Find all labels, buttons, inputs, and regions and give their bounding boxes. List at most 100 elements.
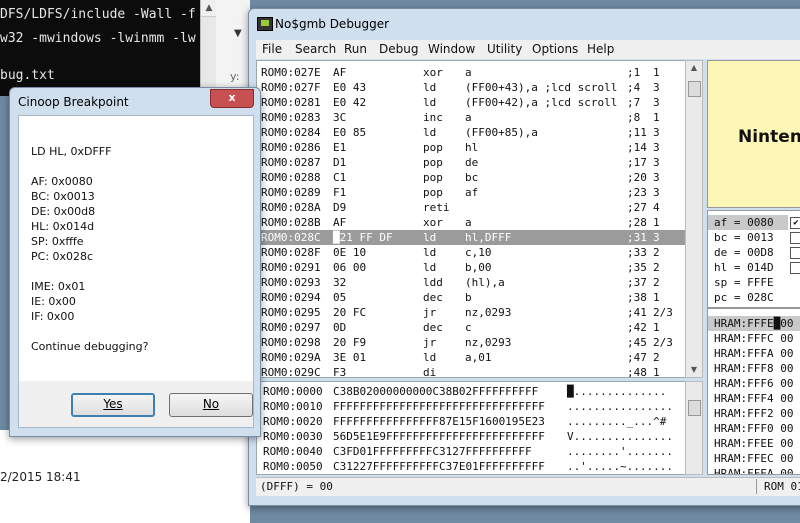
menu-run[interactable]: Run: [344, 42, 367, 56]
disassembly-cyc: ;48: [627, 366, 647, 378]
scroll-up-arrow-icon[interactable]: ▲: [201, 0, 217, 17]
memory-row[interactable]: ROM0:0020 FFFFFFFFFFFFFFFF87E15F1600195E2…: [257, 414, 685, 429]
stack-entry: HRAM:FFF2 00: [714, 407, 794, 420]
register-flag-checkbox[interactable]: ✔: [790, 217, 800, 229]
stack-row[interactable]: HRAM:FFFA 00: [708, 346, 800, 361]
disassembly-row[interactable]: ROM0:028A D9 reti ;27 4: [257, 200, 685, 215]
disassembly-row[interactable]: ROM0:0283 3C inc a ;8 1: [257, 110, 685, 125]
disassembly-oper: (hl),a: [465, 276, 505, 289]
disassembly-bytes: C1: [333, 171, 347, 184]
disassembly-oper: b: [465, 291, 472, 304]
disassembly-row[interactable]: ROM0:0295 20 FC jr nz,0293 ;41 2/3: [257, 305, 685, 320]
menu-help[interactable]: Help: [587, 42, 614, 56]
disassembly-row[interactable]: ROM0:028C █21 FF DF ld hl,DFFF ;31 3: [257, 230, 685, 245]
disassembly-row[interactable]: ROM0:0291 06 00 ld b,00 ;35 2: [257, 260, 685, 275]
disassembly-scrollbar[interactable]: ▲ ▼: [685, 60, 703, 378]
close-button[interactable]: x: [210, 89, 254, 108]
memory-address-hex: ROM0:0030: [263, 430, 323, 443]
register-ime: IME: 0x01: [31, 280, 86, 293]
menu-file[interactable]: File: [262, 42, 282, 56]
disassembly-row[interactable]: ROM0:029A 3E 01 ld a,01 ;47 2: [257, 350, 685, 365]
disassembly-mnem: xor: [423, 216, 443, 229]
stack-row[interactable]: HRAM:FFEE 00: [708, 436, 800, 451]
yes-button[interactable]: Yes: [71, 393, 155, 417]
disassembly-addr: ROM0:029A: [261, 351, 321, 364]
chevron-down-icon[interactable]: ▼: [234, 28, 242, 39]
memory-row[interactable]: ROM0:0000 C38B02000000000C38B02FFFFFFFFFF…: [257, 384, 685, 399]
stack-row[interactable]: HRAM:FFEC 00: [708, 451, 800, 466]
disassembly-row[interactable]: ROM0:0294 05 dec b ;38 1: [257, 290, 685, 305]
register-row[interactable]: pc = 028C: [708, 290, 788, 305]
stack-row[interactable]: HRAM:FFF2 00: [708, 406, 800, 421]
menu-window[interactable]: Window: [428, 42, 475, 56]
stack-row[interactable]: HRAM:FFF0 00: [708, 421, 800, 436]
disassembly-row[interactable]: ROM0:0288 C1 pop bc ;20 3: [257, 170, 685, 185]
stack-row[interactable]: HRAM:FFEA 00: [708, 466, 800, 474]
disassembly-row[interactable]: ROM0:028B AF xor a ;28 1: [257, 215, 685, 230]
register-row[interactable]: hl = 014D: [708, 260, 788, 275]
disassembly-oper: c: [465, 321, 472, 334]
disassembly-oper: nz,0293: [465, 336, 512, 349]
disassembly-len: 3: [653, 231, 660, 244]
disassembly-row[interactable]: ROM0:0281 E0 42 ld (FF00+42),a ;lcd scroll;…: [257, 95, 685, 110]
disassembly-row[interactable]: ROM0:0298 20 F9 jr nz,0293 ;45 2/3: [257, 335, 685, 350]
menu-search[interactable]: Search: [295, 42, 336, 56]
register-value: hl = 014D: [714, 261, 774, 274]
disassembly-row[interactable]: ROM0:0284 E0 85 ld (FF00+85),a ;11 3: [257, 125, 685, 140]
scrollbar-thumb[interactable]: [688, 400, 701, 416]
register-flag-checkbox[interactable]: [790, 247, 800, 259]
memory-row[interactable]: ROM0:0050 C31227FFFFFFFFFFC37E01FFFFFFFFF…: [257, 459, 685, 474]
menu-debug[interactable]: Debug: [379, 42, 418, 56]
stack-row[interactable]: HRAM:FFF4 00: [708, 391, 800, 406]
disassembly-row[interactable]: ROM0:028F 0E 10 ld c,10 ;33 2: [257, 245, 685, 260]
memory-row[interactable]: ROM0:0040 C3FD01FFFFFFFFFC3127FFFFFFFFFF.…: [257, 444, 685, 459]
memory-row[interactable]: ROM0:0030 56D5E1E9FFFFFFFFFFFFFFFFFFFFFFF…: [257, 429, 685, 444]
scroll-down-arrow-icon[interactable]: ▼: [686, 363, 702, 377]
menu-bar: File Search Run Debug Window Utility Opt…: [256, 40, 800, 59]
scroll-up-arrow-icon[interactable]: ▲: [686, 61, 702, 75]
register-hl: HL: 0x014d: [31, 220, 95, 233]
disassembly-addr: ROM0:027F: [261, 81, 321, 94]
disassembly-row[interactable]: ROM0:0286 E1 pop hl ;14 3: [257, 140, 685, 155]
memory-scrollbar[interactable]: [685, 381, 703, 475]
disassembly-bytes: F1: [333, 186, 347, 199]
explorer-panel: 2/2015 18:41: [0, 430, 250, 523]
disassembly-row[interactable]: ROM0:027E AF xor a ;1 1: [257, 65, 685, 80]
disassembly-row[interactable]: ROM0:029C F3 di ;48 1: [257, 365, 685, 378]
memory-row[interactable]: ROM0:0010 FFFFFFFFFFFFFFFFFFFFFFFFFFFFFFF…: [257, 399, 685, 414]
disassembly-oper: b,00: [465, 261, 492, 274]
disassembly-len: 1: [653, 66, 660, 79]
stack-row[interactable]: HRAM:FFFE█00: [708, 316, 800, 331]
register-flag-checkbox[interactable]: [790, 262, 800, 274]
disassembly-row[interactable]: ROM0:0297 0D dec c ;42 1: [257, 320, 685, 335]
disassembly-cyc: ;28: [627, 216, 647, 229]
memory-dump-pane[interactable]: ROM0:0000 C38B02000000000C38B02FFFFFFFFFF…: [256, 381, 686, 475]
registers-pane[interactable]: af = 0080 ✔ bc = 0013 de = 00D8 hl = 014D sp …: [707, 210, 800, 308]
disassembly-addr: ROM0:028C: [261, 231, 321, 244]
register-row[interactable]: sp = FFFE: [708, 275, 788, 290]
disassembly-len: 3: [653, 171, 660, 184]
register-row[interactable]: bc = 0013: [708, 230, 788, 245]
stack-pane[interactable]: HRAM:FFFE█00 HRAM:FFFC 00 HRAM:FFFA 00 HRAM…: [707, 308, 800, 475]
menu-utility[interactable]: Utility: [487, 42, 522, 56]
disassembly-row[interactable]: ROM0:0287 D1 pop de ;17 3: [257, 155, 685, 170]
disassembly-row[interactable]: ROM0:0293 32 ldd (hl),a ;37 2: [257, 275, 685, 290]
menu-options[interactable]: Options: [532, 42, 578, 56]
register-row[interactable]: af = 0080: [708, 215, 788, 230]
scrollbar-thumb[interactable]: [688, 81, 701, 97]
no-button[interactable]: No: [169, 393, 253, 417]
register-flag-checkbox[interactable]: [790, 232, 800, 244]
register-row[interactable]: de = 00D8: [708, 245, 788, 260]
stack-row[interactable]: HRAM:FFF6 00: [708, 376, 800, 391]
status-rom-bank: ROM 01: [764, 480, 800, 493]
disassembly-addr: ROM0:0289: [261, 186, 321, 199]
disassembly-addr: ROM0:0286: [261, 141, 321, 154]
disassembly-len: 1: [653, 366, 660, 378]
stack-row[interactable]: HRAM:FFFC 00: [708, 331, 800, 346]
memory-hex: FFFFFFFFFFFFFFFF87E15F1600195E23: [333, 415, 545, 428]
console-scrollbar[interactable]: ▲: [200, 0, 217, 96]
stack-row[interactable]: HRAM:FFF8 00: [708, 361, 800, 376]
disassembly-row[interactable]: ROM0:0289 F1 pop af ;23 3: [257, 185, 685, 200]
disassembly-pane[interactable]: ROM0:027E AF xor a ;1 1 ROM0:027F E0 43 ld (FF00+…: [256, 60, 686, 378]
disassembly-row[interactable]: ROM0:027F E0 43 ld (FF00+43),a ;lcd scroll;…: [257, 80, 685, 95]
